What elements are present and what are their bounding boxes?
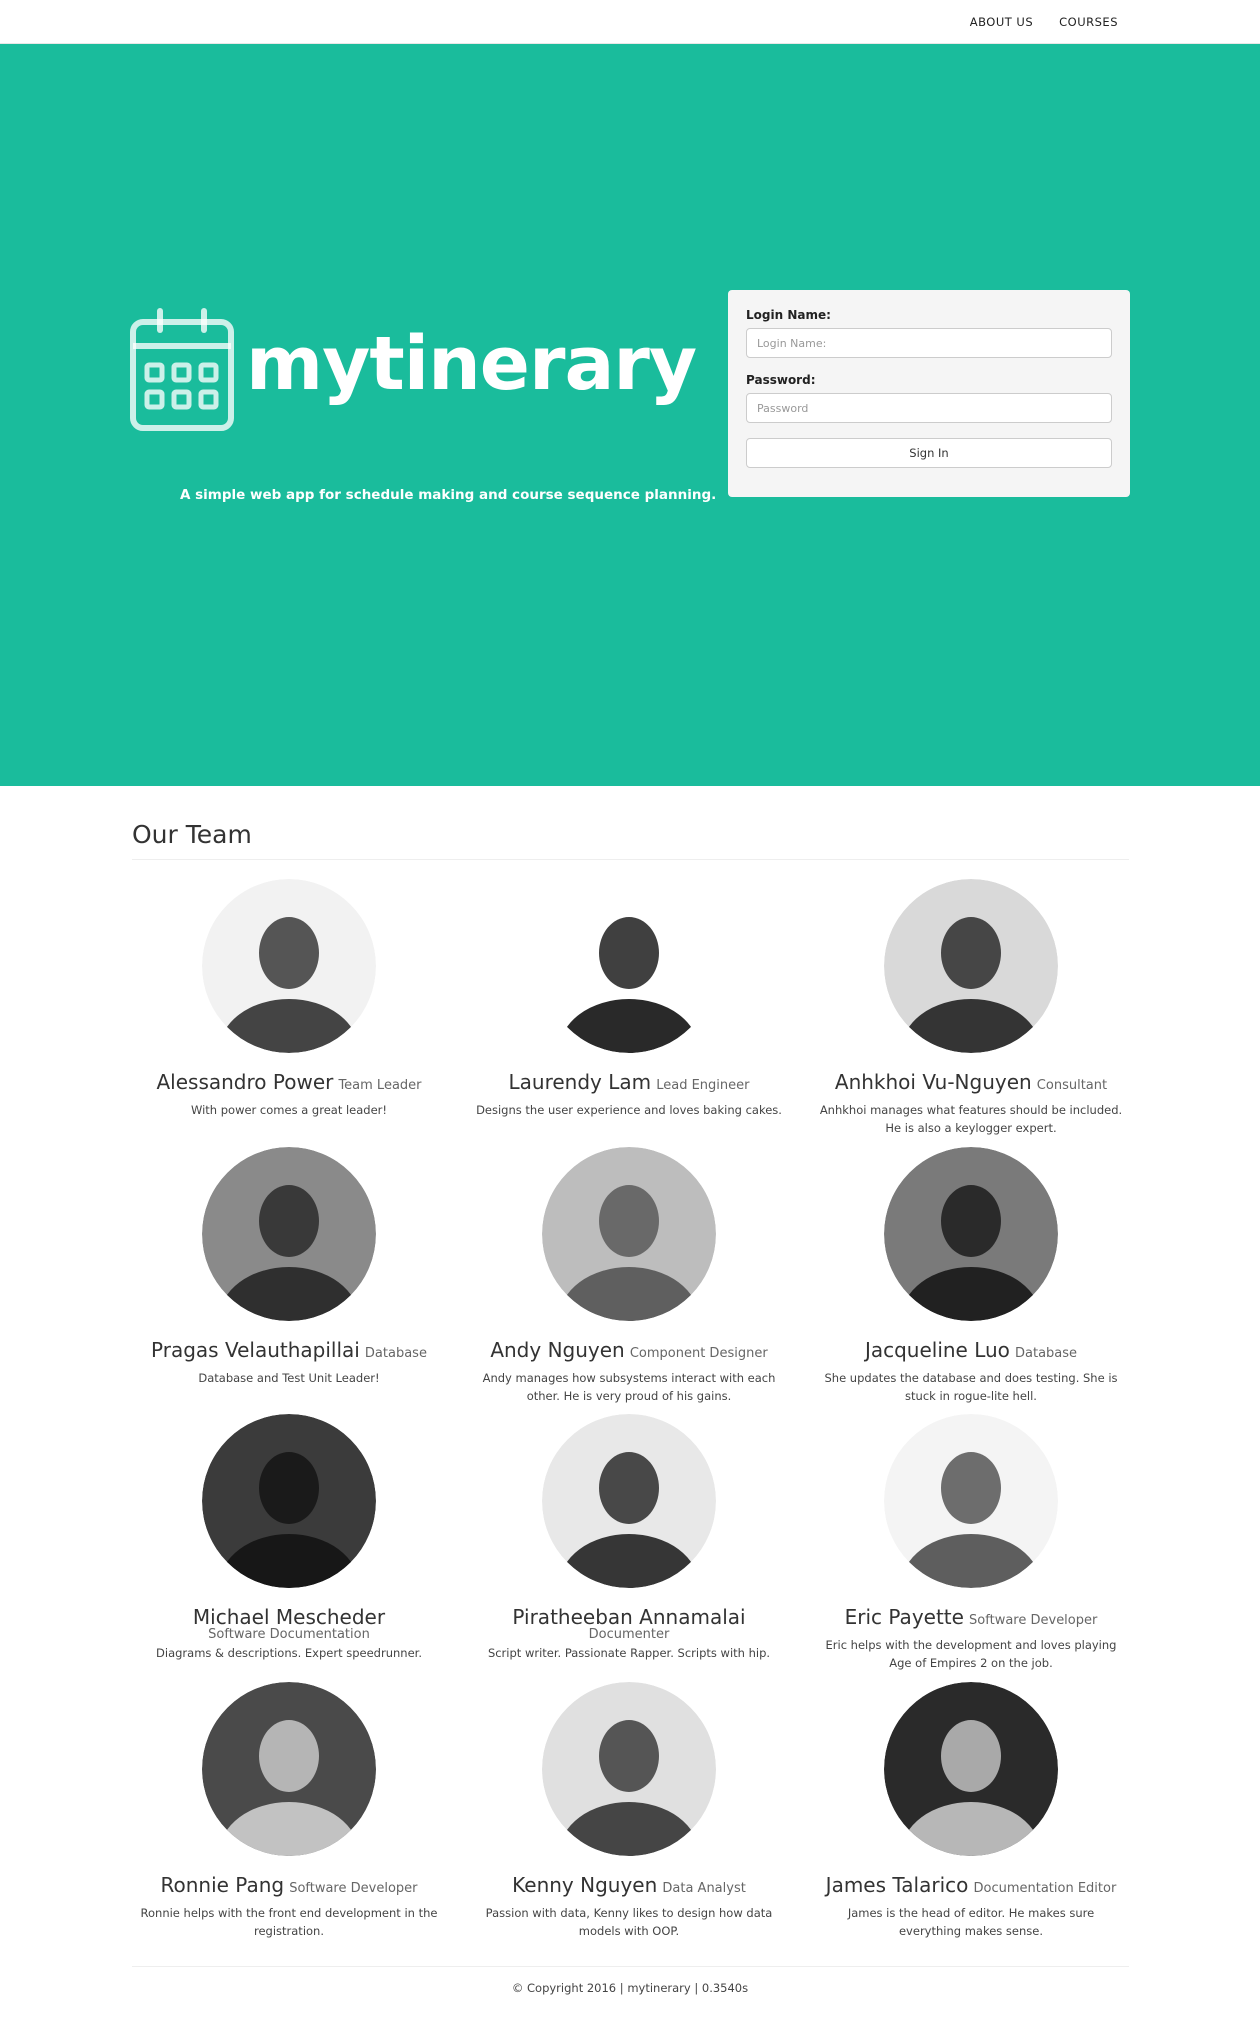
member-name: James Talarico xyxy=(825,1873,969,1897)
nav-links: ABOUT US COURSES xyxy=(970,0,1118,44)
member-description: Anhkhoi manages what features should be … xyxy=(819,1103,1123,1135)
member-name: Eric Payette xyxy=(844,1605,964,1629)
member-description: Database and Test Unit Leader! xyxy=(198,1371,380,1385)
member-name: Ronnie Pang xyxy=(160,1873,285,1897)
sign-in-button[interactable]: Sign In xyxy=(746,438,1112,468)
member-name: Anhkhoi Vu-Nguyen xyxy=(834,1070,1032,1094)
member-role: Database xyxy=(1015,1346,1078,1361)
member-photo xyxy=(542,1147,716,1321)
nav-courses-link[interactable]: COURSES xyxy=(1059,15,1118,29)
member-description: Ronnie helps with the front end developm… xyxy=(140,1906,438,1938)
member-name-line: Laurendy Lam Lead Engineer xyxy=(469,1069,789,1099)
member-name-line: Alessandro Power Team Leader xyxy=(129,1069,449,1099)
login-name-label: Login Name: xyxy=(746,308,831,322)
footer-divider xyxy=(132,1966,1129,1967)
brand-name: mytinerary xyxy=(246,321,697,407)
team-heading: Our Team xyxy=(132,820,252,849)
member-name-line: Eric Payette Software Developer xyxy=(811,1604,1131,1634)
team-member-card: Laurendy Lam Lead Engineer Designs the us… xyxy=(469,879,789,1119)
member-name: Kenny Nguyen xyxy=(512,1873,658,1897)
member-photo xyxy=(884,1147,1058,1321)
member-photo xyxy=(542,1682,716,1856)
member-description: Diagrams & descriptions. Expert speedrun… xyxy=(156,1646,422,1660)
member-name-line: Anhkhoi Vu-Nguyen Consultant xyxy=(811,1069,1131,1099)
member-photo xyxy=(202,1147,376,1321)
member-role: Software Documentation xyxy=(208,1627,370,1642)
team-member-card: Eric Payette Software Developer Eric help… xyxy=(811,1414,1131,1672)
member-role: Software Developer xyxy=(969,1613,1098,1628)
member-name: Michael Mescheder xyxy=(192,1605,386,1629)
member-photo xyxy=(202,1414,376,1588)
member-name: Jacqueline Luo xyxy=(864,1338,1010,1362)
member-photo xyxy=(884,879,1058,1053)
team-member-card: James Talarico Documentation Editor James… xyxy=(811,1682,1131,1940)
member-photo xyxy=(542,879,716,1053)
member-name: Pragas Velauthapillai xyxy=(151,1338,360,1362)
member-role: Team Leader xyxy=(338,1078,422,1093)
member-role: Consultant xyxy=(1036,1078,1108,1093)
member-role: Documenter xyxy=(588,1627,670,1642)
team-member-card: Alessandro Power Team Leader With power c… xyxy=(129,879,449,1119)
member-description: James is the head of editor. He makes su… xyxy=(847,1906,1095,1938)
member-role: Database xyxy=(364,1346,427,1361)
member-role: Documentation Editor xyxy=(973,1881,1117,1896)
team-member-card: Jacqueline Luo Database She updates the d… xyxy=(811,1147,1131,1405)
team-member-card: Andy Nguyen Component Designer Andy manag… xyxy=(469,1147,789,1405)
team-member-card: Anhkhoi Vu-Nguyen Consultant Anhkhoi mana… xyxy=(811,879,1131,1137)
footer: © Copyright 2016 | mytinerary | 0.3540s xyxy=(511,1981,749,1995)
member-name-line: Piratheeban Annamalai Documenter xyxy=(469,1604,789,1642)
member-description: Passion with data, Kenny likes to design… xyxy=(485,1906,773,1938)
team-member-card: Michael Mescheder Software Documentation D… xyxy=(129,1414,449,1662)
member-description: Script writer. Passionate Rapper. Script… xyxy=(487,1646,771,1660)
member-role: Data Analyst xyxy=(662,1881,746,1896)
member-description: With power comes a great leader! xyxy=(190,1103,388,1117)
calendar-icon xyxy=(130,308,234,431)
login-form: Login Name: Password: Sign In xyxy=(728,290,1130,497)
member-name: Piratheeban Annamalai xyxy=(512,1605,746,1629)
member-name-line: Michael Mescheder Software Documentation xyxy=(129,1604,449,1642)
login-name-input[interactable] xyxy=(746,328,1112,358)
team-member-card: Pragas Velauthapillai Database Database a… xyxy=(129,1147,449,1387)
member-name-line: Kenny Nguyen Data Analyst xyxy=(469,1872,789,1902)
member-role: Component Designer xyxy=(629,1346,768,1361)
member-name-line: Andy Nguyen Component Designer xyxy=(469,1337,789,1367)
member-name: Alessandro Power xyxy=(156,1070,334,1094)
nav-about-us-link[interactable]: ABOUT US xyxy=(970,15,1033,29)
member-name-line: Ronnie Pang Software Developer xyxy=(129,1872,449,1902)
team-divider xyxy=(132,859,1129,860)
member-photo xyxy=(884,1414,1058,1588)
member-photo xyxy=(884,1682,1058,1856)
tagline: A simple web app for schedule making and… xyxy=(180,487,717,503)
member-name-line: James Talarico Documentation Editor xyxy=(811,1872,1131,1902)
password-input[interactable] xyxy=(746,393,1112,423)
member-name-line: Pragas Velauthapillai Database xyxy=(129,1337,449,1367)
member-photo xyxy=(542,1414,716,1588)
team-member-card: Piratheeban Annamalai Documenter Script wr… xyxy=(469,1414,789,1662)
member-role: Software Developer xyxy=(289,1881,418,1896)
member-description: Designs the user experience and loves ba… xyxy=(476,1103,782,1117)
member-name: Laurendy Lam xyxy=(508,1070,652,1094)
member-description: Andy manages how subsystems interact wit… xyxy=(482,1371,776,1403)
hero-section: mytinerary A simple web app for schedule… xyxy=(0,44,1260,786)
team-member-card: Ronnie Pang Software Developer Ronnie hel… xyxy=(129,1682,449,1940)
member-photo xyxy=(202,1682,376,1856)
member-photo xyxy=(202,879,376,1053)
member-name: Andy Nguyen xyxy=(490,1338,625,1362)
member-description: She updates the database and does testin… xyxy=(824,1371,1118,1403)
member-description: Eric helps with the development and love… xyxy=(825,1638,1117,1670)
team-member-card: Kenny Nguyen Data Analyst Passion with da… xyxy=(469,1682,789,1940)
member-name-line: Jacqueline Luo Database xyxy=(811,1337,1131,1367)
password-label: Password: xyxy=(746,373,816,387)
member-role: Lead Engineer xyxy=(656,1078,750,1093)
top-navbar: ABOUT US COURSES xyxy=(0,0,1260,44)
